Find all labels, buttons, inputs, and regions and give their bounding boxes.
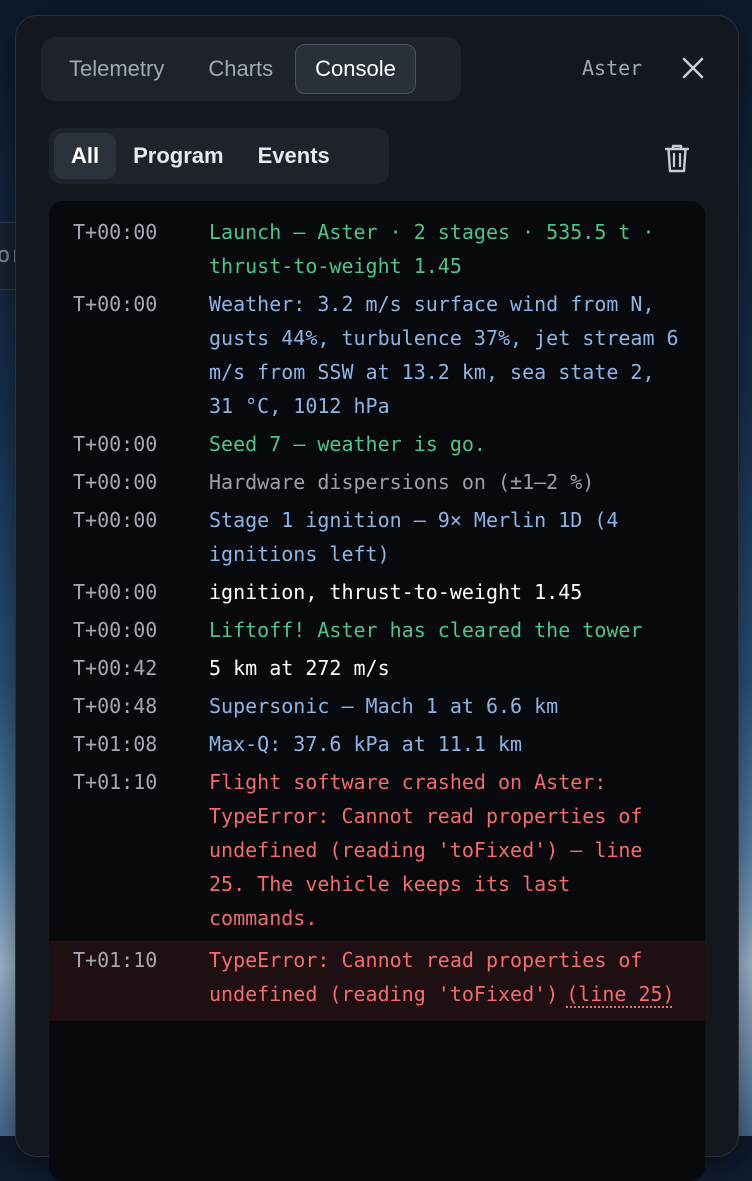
log-timestamp: T+00:00 (73, 508, 158, 532)
filter-events[interactable]: Events (241, 133, 347, 179)
log-entry: T+00:00 Weather: 3.2 m/s surface wind fro… (49, 287, 705, 427)
log-timestamp: T+00:00 (73, 618, 158, 642)
log-entry: T+00:42 5 km at 272 m/s (49, 651, 705, 689)
log-message: ignition, thrust-to-weight 1.45 (209, 580, 583, 604)
log-message: Liftoff! Aster has cleared the tower (209, 618, 643, 642)
log-entry: T+00:48 Supersonic — Mach 1 at 6.6 km (49, 689, 705, 727)
log-message: Stage 1 ignition — 9× Merlin 1D (4 ignit… (209, 508, 631, 566)
log-timestamp: T+01:08 (73, 732, 158, 756)
error-entry: T+01:10 TypeError: Cannot read propertie… (49, 941, 705, 1021)
close-icon[interactable] (678, 53, 708, 83)
trash-icon[interactable] (662, 142, 692, 174)
log-message: TypeError: Cannot read properties of und… (209, 943, 685, 1011)
tab-console[interactable]: Console (295, 44, 416, 94)
log-timestamp: T+00:00 (73, 470, 158, 494)
log-message: Max-Q: 37.6 kPa at 11.1 km (209, 732, 523, 756)
log-message: Seed 7 — weather is go. (209, 432, 486, 456)
log-entry: T+00:00 ignition, thrust-to-weight 1.45 (49, 575, 705, 613)
log-timestamp: T+01:10 (73, 770, 158, 794)
log-entry: T+00:00 Launch — Aster · 2 stages · 535.5… (49, 215, 705, 287)
log-timestamp: T+00:00 (73, 580, 158, 604)
log-message: Flight software crashed on Aster: TypeEr… (209, 770, 655, 930)
console-log: T+00:00 Launch — Aster · 2 stages · 535.5… (49, 201, 705, 1181)
filter-all[interactable]: All (54, 133, 117, 179)
log-timestamp: T+01:10 (73, 948, 158, 972)
log-message: 5 km at 272 m/s (209, 656, 390, 680)
log-message: Launch — Aster · 2 stages · 535.5 t · th… (209, 220, 667, 278)
tab-telemetry[interactable]: Telemetry (47, 44, 186, 94)
log-message: Hardware dispersions on (±1–2 %) (209, 470, 595, 494)
log-entry: T+00:00 Stage 1 ignition — 9× Merlin 1D (… (49, 503, 705, 575)
console-panel: Telemetry Charts Console Aster All Progr… (15, 15, 739, 1181)
log-entry: T+00:00 Seed 7 — weather is go. (49, 427, 705, 465)
log-timestamp: T+00:00 (73, 292, 158, 316)
view-tabs: Telemetry Charts Console (41, 37, 461, 101)
vehicle-name: Aster (582, 56, 643, 80)
log-entry: T+00:00 Hardware dispersions on (±1–2 %) (49, 465, 705, 503)
log-timestamp: T+00:42 (73, 656, 158, 680)
filter-program[interactable]: Program (116, 133, 240, 179)
log-message: Weather: 3.2 m/s surface wind from N, gu… (209, 292, 691, 418)
log-list: T+00:00 Launch — Aster · 2 stages · 535.5… (49, 201, 705, 939)
tab-charts[interactable]: Charts (186, 44, 295, 94)
log-timestamp: T+00:48 (73, 694, 158, 718)
log-filters: All Program Events (49, 128, 389, 184)
log-entry: T+01:10 Flight software crashed on Aster:… (49, 765, 705, 939)
log-entry: T+00:00 Liftoff! Aster has cleared the to… (49, 613, 705, 651)
log-message: Supersonic — Mach 1 at 6.6 km (209, 694, 559, 718)
error-line-link[interactable]: (line 25) (566, 982, 674, 1006)
log-timestamp: T+00:00 (73, 432, 158, 456)
log-timestamp: T+00:00 (73, 220, 158, 244)
log-entry: T+01:08 Max-Q: 37.6 kPa at 11.1 km (49, 727, 705, 765)
